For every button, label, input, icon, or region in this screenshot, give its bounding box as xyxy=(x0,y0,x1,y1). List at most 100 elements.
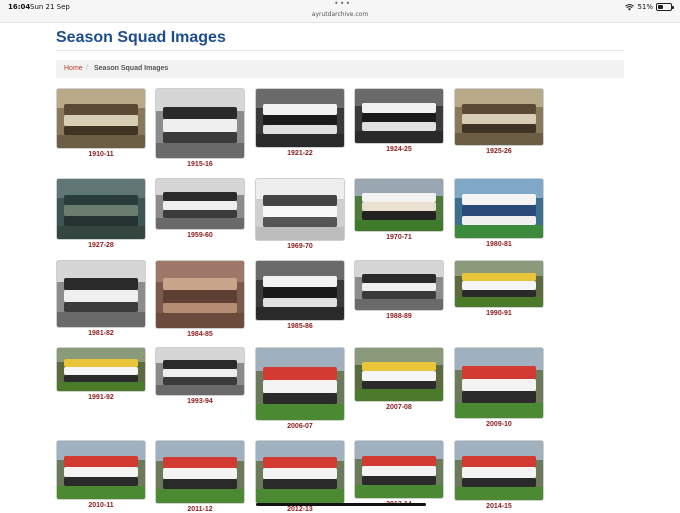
photo-shape xyxy=(462,113,536,124)
squad-photo[interactable] xyxy=(155,347,245,396)
photo-shape xyxy=(362,211,436,220)
season-caption[interactable]: 2006-07 xyxy=(255,423,345,430)
squad-tile[interactable]: 2013-14 xyxy=(354,440,444,508)
squad-photo[interactable] xyxy=(454,347,544,419)
squad-photo[interactable] xyxy=(354,88,444,144)
season-caption[interactable]: 1910-11 xyxy=(56,151,146,158)
season-caption[interactable]: 1915-16 xyxy=(155,161,245,168)
squad-photo[interactable] xyxy=(155,260,245,329)
photo-shape xyxy=(64,205,138,217)
photo-shape xyxy=(362,455,436,467)
season-caption[interactable]: 1981-82 xyxy=(56,330,146,337)
season-caption[interactable]: 2010-11 xyxy=(56,502,146,509)
season-caption[interactable]: 2007-08 xyxy=(354,404,444,411)
photo-shape xyxy=(163,302,237,314)
photo-shape xyxy=(163,201,237,210)
squad-tile[interactable]: 1985-86 xyxy=(255,260,345,330)
photo-shape xyxy=(263,205,337,217)
squad-photo[interactable] xyxy=(56,260,146,328)
squad-photo[interactable] xyxy=(155,178,245,230)
season-caption[interactable]: 1993-94 xyxy=(155,398,245,405)
squad-photo[interactable] xyxy=(255,88,345,148)
photo-shape xyxy=(57,225,145,239)
photo-shape xyxy=(355,485,443,498)
photo-shape xyxy=(362,371,436,381)
squad-tile[interactable]: 1924-25 xyxy=(354,88,444,153)
squad-tile[interactable]: 1925-26 xyxy=(454,88,544,155)
squad-tile[interactable]: 2006-07 xyxy=(255,347,345,430)
squad-photo[interactable] xyxy=(155,88,245,159)
squad-photo[interactable] xyxy=(56,347,146,392)
squad-tile[interactable]: 2009-10 xyxy=(454,347,544,428)
squad-tile[interactable]: 1993-94 xyxy=(155,347,245,405)
squad-photo[interactable] xyxy=(354,440,444,499)
squad-tile[interactable]: 1915-16 xyxy=(155,88,245,168)
photo-shape xyxy=(156,313,244,328)
squad-tile[interactable]: 1980-81 xyxy=(454,178,544,248)
photo-shape xyxy=(64,374,138,382)
squad-photo[interactable] xyxy=(354,178,444,232)
photo-shape xyxy=(64,466,138,477)
photo-shape xyxy=(362,291,436,300)
photo-shape xyxy=(362,476,436,486)
season-caption[interactable]: 1921-22 xyxy=(255,150,345,157)
squad-tile[interactable]: 1988-89 xyxy=(354,260,444,320)
season-caption[interactable]: 1969-70 xyxy=(255,243,345,250)
squad-tile[interactable]: 1959-60 xyxy=(155,178,245,239)
photo-shape xyxy=(163,290,237,303)
squad-photo[interactable] xyxy=(354,347,444,402)
photo-shape xyxy=(156,142,244,158)
season-caption[interactable]: 1990-91 xyxy=(454,310,544,317)
photo-shape xyxy=(263,104,337,115)
squad-photo[interactable] xyxy=(56,88,146,149)
squad-tile[interactable]: 2010-11 xyxy=(56,440,146,509)
squad-tile[interactable]: 1927-28 xyxy=(56,178,146,249)
squad-photo[interactable] xyxy=(255,347,345,421)
squad-tile[interactable]: 2014-15 xyxy=(454,440,544,510)
squad-tile[interactable]: 2007-08 xyxy=(354,347,444,411)
squad-photo[interactable] xyxy=(255,260,345,321)
season-caption[interactable]: 1985-86 xyxy=(255,323,345,330)
season-caption[interactable]: 1927-28 xyxy=(56,242,146,249)
season-caption[interactable]: 1988-89 xyxy=(354,313,444,320)
squad-tile[interactable]: 2011-12 xyxy=(155,440,245,513)
season-caption[interactable]: 1991-92 xyxy=(56,394,146,401)
squad-photo[interactable] xyxy=(56,178,146,240)
season-caption[interactable]: 1959-60 xyxy=(155,232,245,239)
squad-tile[interactable]: 1990-91 xyxy=(454,260,544,317)
season-caption[interactable]: 1924-25 xyxy=(354,146,444,153)
season-caption[interactable]: 1925-26 xyxy=(454,148,544,155)
squad-tile[interactable]: 1921-22 xyxy=(255,88,345,157)
squad-tile[interactable]: 1910-11 xyxy=(56,88,146,158)
squad-photo[interactable] xyxy=(255,178,345,241)
squad-photo[interactable] xyxy=(454,88,544,146)
season-caption[interactable]: 2014-15 xyxy=(454,503,544,510)
season-caption[interactable]: 1984-85 xyxy=(155,331,245,338)
photo-shape xyxy=(64,456,138,467)
squad-photo[interactable] xyxy=(454,440,544,501)
squad-tile[interactable]: 1969-70 xyxy=(255,178,345,250)
photo-shape xyxy=(462,204,536,216)
squad-photo[interactable] xyxy=(454,178,544,239)
season-caption[interactable]: 1980-81 xyxy=(454,241,544,248)
squad-photo[interactable] xyxy=(56,440,146,500)
photo-shape xyxy=(156,218,244,229)
photo-shape xyxy=(362,273,436,283)
photo-shape xyxy=(455,296,543,307)
squad-photo[interactable] xyxy=(155,440,245,504)
squad-photo[interactable] xyxy=(255,440,345,504)
squad-tile[interactable]: 1991-92 xyxy=(56,347,146,401)
season-caption[interactable]: 1970-71 xyxy=(354,234,444,241)
photo-shape xyxy=(256,489,344,503)
squad-image-grid: 1910-11 1915-16 1921-22 1924-25 1925-26 1927-… xyxy=(0,0,680,513)
photo-shape xyxy=(362,201,436,212)
squad-tile[interactable]: 1984-85 xyxy=(155,260,245,338)
season-caption[interactable]: 2009-10 xyxy=(454,421,544,428)
photo-shape xyxy=(263,392,337,405)
photo-shape xyxy=(64,301,138,313)
squad-photo[interactable] xyxy=(454,260,544,308)
squad-tile[interactable]: 1981-82 xyxy=(56,260,146,337)
photo-shape xyxy=(455,225,543,238)
squad-tile[interactable]: 1970-71 xyxy=(354,178,444,241)
squad-photo[interactable] xyxy=(354,260,444,311)
